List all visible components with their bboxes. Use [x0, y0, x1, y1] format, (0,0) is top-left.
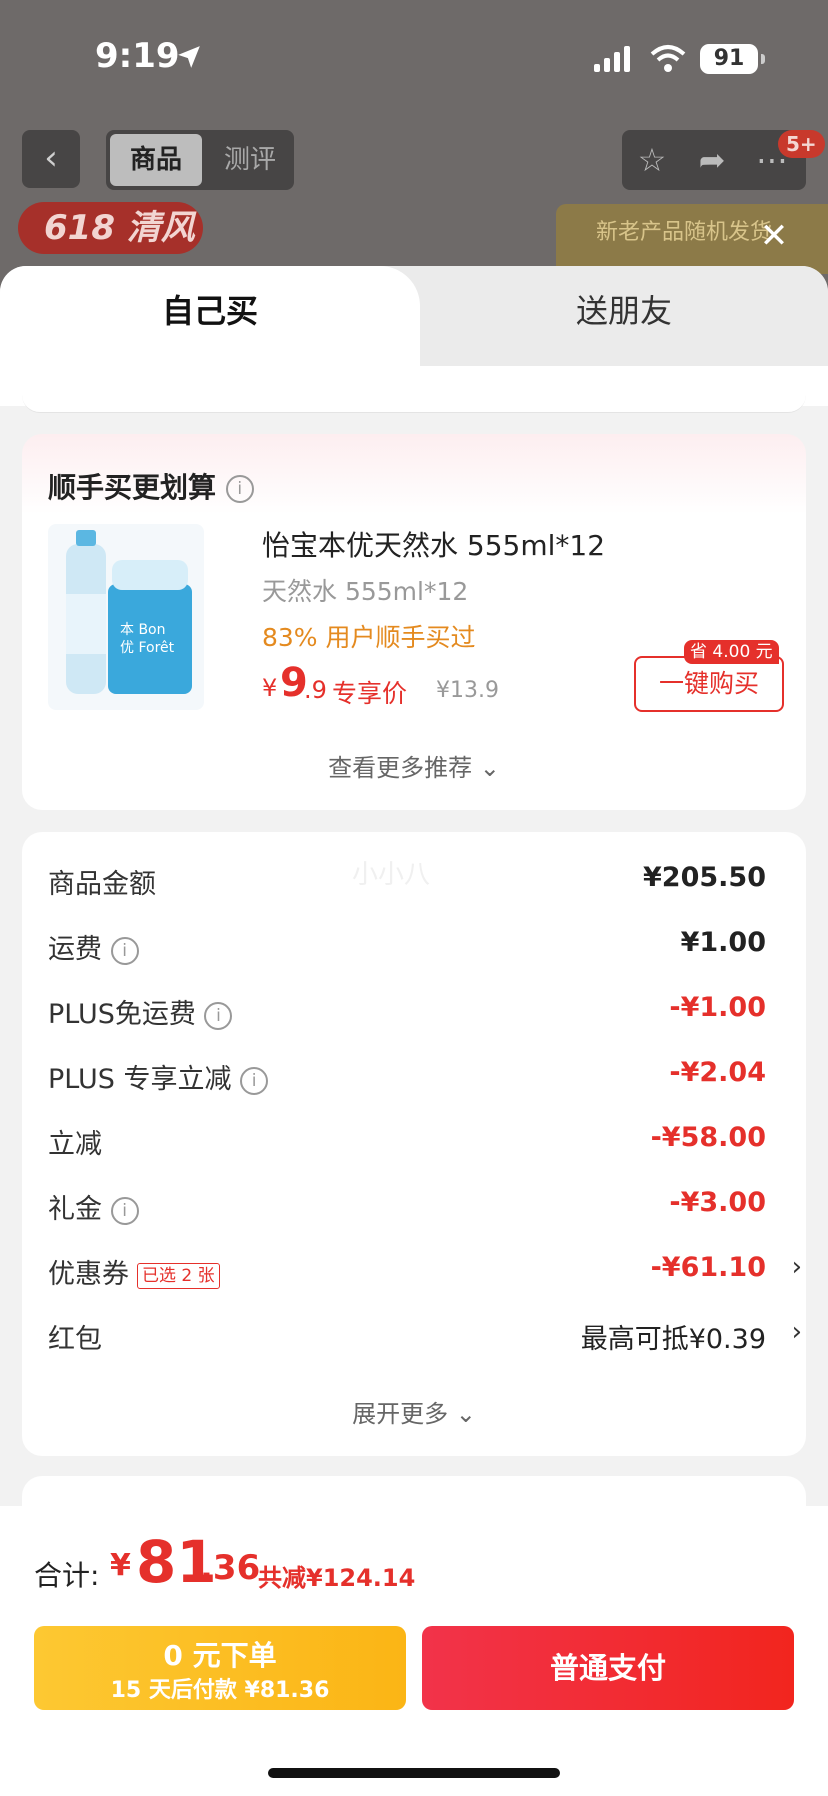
cost-value: -¥61.10 — [650, 1252, 766, 1283]
total-label: 合计: — [34, 1559, 100, 1592]
cost-breakdown-card: 小小八 商品金额 ¥205.50 运费 i ¥1.00 PLUS免运费 i -¥… — [22, 832, 806, 1456]
chevron-down-icon: ⌄ — [479, 754, 500, 782]
chevron-right-icon: › — [791, 1317, 802, 1347]
product-review-switch[interactable]: 商品 测评 — [106, 130, 294, 190]
info-icon[interactable]: i — [110, 936, 139, 965]
close-icon[interactable]: ✕ — [754, 216, 794, 256]
cost-label: PLUS 专享立减 — [48, 1064, 232, 1095]
wifi-icon — [650, 45, 686, 72]
notification-badge: 5+ — [778, 130, 825, 158]
chevron-right-icon: › — [791, 1252, 802, 1282]
pay-later-title: 0 元下单 — [163, 1639, 277, 1672]
cost-label: 优惠券 — [48, 1259, 129, 1290]
cost-value: 最高可抵¥0.39 — [580, 1324, 766, 1355]
background-page: 9:19 91 ‹ 商品 测评 ☆ ➦ ⋯ 5+ 618 清风 新老产品随机发货… — [0, 0, 828, 300]
total-decimal: .36 — [200, 1548, 261, 1588]
cost-label-wrap: 礼金 i — [48, 1187, 139, 1226]
original-price: ¥13.9 — [436, 678, 499, 703]
cost-row-gift-money: 礼金 i -¥3.00 — [48, 1187, 802, 1227]
cost-value: -¥3.00 — [669, 1187, 766, 1218]
cost-label-wrap: PLUS 专享立减 i — [48, 1057, 269, 1096]
total-symbol: ¥ — [110, 1548, 131, 1583]
cost-value: -¥1.00 — [669, 992, 766, 1023]
more-recommend-label: 查看更多推荐 — [328, 754, 473, 782]
checkout-footer: 合计: ¥ 81 .36 共减¥124.14 0 元下单 15 天后付款 ¥81… — [0, 1506, 828, 1796]
pay-later-button[interactable]: 0 元下单 15 天后付款 ¥81.36 — [34, 1626, 406, 1710]
expand-more-label: 展开更多 — [352, 1400, 449, 1428]
location-arrow-icon — [178, 46, 200, 68]
water-bottle-image: 本 Bon 优 Forêt — [66, 530, 192, 694]
product-share-rate: 83% 用户顺手买过 — [262, 623, 476, 652]
price-decimal: .9 — [304, 676, 327, 704]
cost-value: -¥2.04 — [669, 1057, 766, 1088]
product-spec: 天然水 555ml*12 — [262, 577, 469, 606]
cost-row-red-packet[interactable]: 红包 最高可抵¥0.39 › — [48, 1317, 802, 1357]
battery-indicator: 91 — [700, 44, 765, 74]
cost-value: -¥58.00 — [650, 1122, 766, 1153]
cost-label-wrap: 优惠券 已选 2 张 — [48, 1252, 220, 1291]
tab-review[interactable]: 测评 — [210, 134, 290, 186]
svg-text:优 Forêt: 优 Forêt — [120, 640, 175, 656]
cost-value: ¥1.00 — [680, 927, 766, 958]
tab-buy-self[interactable]: 自己买 — [0, 266, 420, 376]
cost-label: PLUS免运费 — [48, 999, 196, 1030]
normal-pay-button[interactable]: 普通支付 — [422, 1626, 794, 1710]
chevron-down-icon: ⌄ — [455, 1400, 476, 1428]
info-icon[interactable]: i — [225, 475, 254, 503]
exclusive-price-label: 专享价 — [332, 679, 408, 708]
info-icon[interactable]: i — [240, 1066, 269, 1095]
cost-row-plus-discount: PLUS 专享立减 i -¥2.04 — [48, 1057, 802, 1097]
cost-row-instant-discount: 立减 -¥58.00 — [48, 1122, 802, 1162]
cost-label: 商品金额 — [48, 869, 156, 900]
info-icon[interactable]: i — [110, 1196, 139, 1225]
home-indicator — [268, 1768, 560, 1778]
pay-later-subtitle: 15 天后付款 ¥81.36 — [110, 1678, 330, 1703]
cost-row-shipping: 运费 i ¥1.00 — [48, 927, 802, 967]
address-card-tail — [22, 376, 806, 413]
save-badge: 省 4.00 元 — [684, 640, 779, 664]
cost-value: ¥205.50 — [643, 862, 766, 893]
cost-row-coupon[interactable]: 优惠券 已选 2 张 -¥61.10 › — [48, 1252, 802, 1292]
recommend-title-text: 顺手买更划算 — [48, 471, 217, 504]
expand-more-link[interactable]: 展开更多 ⌄ — [22, 1394, 806, 1429]
product-name[interactable]: 怡宝本优天然水 555ml*12 — [262, 524, 605, 564]
back-button[interactable]: ‹ — [22, 130, 80, 188]
one-click-buy-button[interactable]: 一键购买 — [634, 656, 784, 712]
svg-text:本 Bon: 本 Bon — [120, 622, 166, 638]
more-recommend-link[interactable]: 查看更多推荐 ⌄ — [22, 748, 806, 783]
cost-row-plus-free-shipping: PLUS免运费 i -¥1.00 — [48, 992, 802, 1032]
star-icon[interactable]: ☆ — [632, 140, 672, 180]
total-savings[interactable]: 共减¥124.14 — [258, 1558, 415, 1593]
promo-banner: 618 清风 — [18, 202, 203, 254]
cost-label-wrap: 运费 i — [48, 927, 139, 966]
recommend-card: 顺手买更划算 i 本 Bon 优 Forêt 怡宝本优天然水 555ml*12 … — [22, 434, 806, 810]
recommend-title: 顺手买更划算 i — [48, 466, 254, 506]
share-icon[interactable]: ➦ — [692, 140, 732, 180]
price-symbol: ¥ — [262, 674, 278, 702]
info-icon[interactable]: i — [204, 1001, 233, 1030]
signal-icon — [594, 46, 630, 72]
cost-label: 礼金 — [48, 1194, 102, 1225]
cost-label: 运费 — [48, 934, 102, 965]
tab-product[interactable]: 商品 — [110, 134, 202, 186]
cost-row-subtotal: 商品金额 ¥205.50 — [48, 862, 802, 902]
chevron-left-icon: ‹ — [44, 138, 58, 178]
cost-label: 立减 — [48, 1129, 102, 1160]
buy-mode-tabs: 送朋友 自己买 — [0, 266, 828, 376]
product-image[interactable]: 本 Bon 优 Forêt — [48, 524, 204, 710]
coupon-selected-tag: 已选 2 张 — [137, 1262, 220, 1289]
tab-gift-friend[interactable]: 送朋友 — [420, 266, 828, 366]
cost-label-wrap: PLUS免运费 i — [48, 992, 233, 1031]
cost-label: 红包 — [48, 1324, 102, 1355]
status-time: 9:19 — [95, 36, 180, 76]
